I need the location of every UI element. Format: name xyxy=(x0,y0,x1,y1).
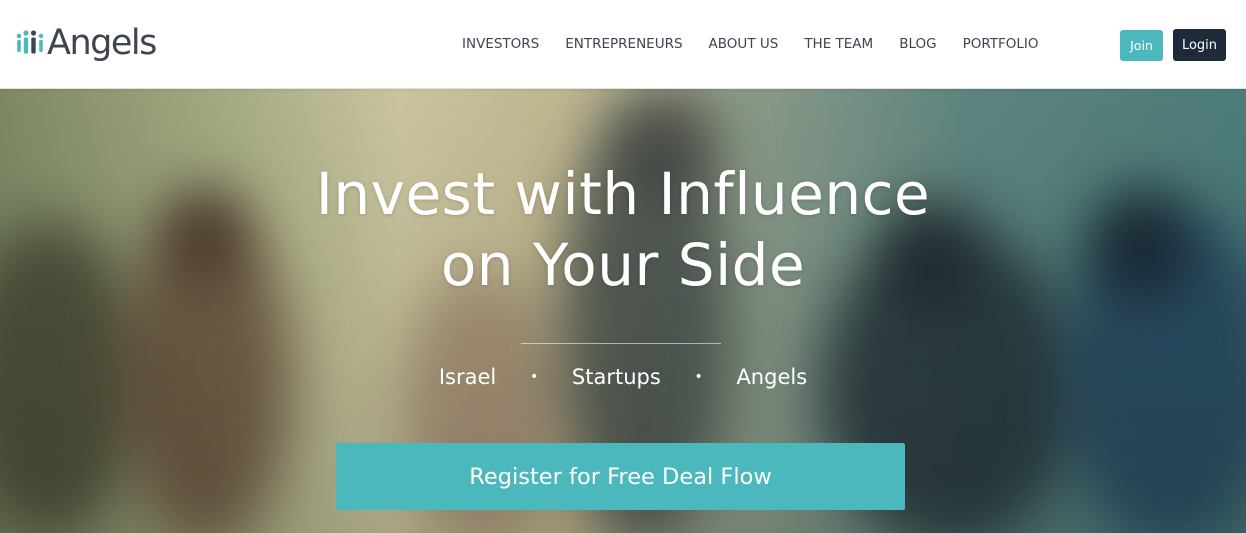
hero-headline: Invest with Influence on Your Side xyxy=(0,159,1246,301)
nav-item-entrepreneurs[interactable]: ENTREPRENEURS xyxy=(552,34,695,54)
tagline-item-israel: Israel xyxy=(438,365,497,389)
nav-item-about-us[interactable]: ABOUT US xyxy=(696,34,792,54)
tagline-item-angels: Angels xyxy=(736,365,808,389)
tagline-item-startups: Startups xyxy=(571,365,661,389)
logo-text: Angels xyxy=(47,23,157,63)
site-header: Angels INVESTORS ENTREPRENEURS ABOUT US … xyxy=(0,0,1246,89)
angels-logo-icon xyxy=(16,30,44,54)
hero-divider xyxy=(521,343,721,344)
nav-item-investors[interactable]: INVESTORS xyxy=(449,34,552,54)
nav-item-blog[interactable]: BLOG xyxy=(886,34,949,54)
join-button[interactable]: Join xyxy=(1120,30,1163,61)
main-nav: INVESTORS ENTREPRENEURS ABOUT US THE TEA… xyxy=(449,34,1052,54)
nav-item-the-team[interactable]: THE TEAM xyxy=(791,34,886,54)
logo[interactable]: Angels xyxy=(16,22,157,64)
hero-banner: Invest with Influence on Your Side Israe… xyxy=(0,89,1246,533)
headline-line-2: on Your Side xyxy=(440,231,806,299)
tagline-separator: • xyxy=(529,369,539,385)
login-button[interactable]: Login xyxy=(1173,29,1226,61)
nav-item-portfolio[interactable]: PORTFOLIO xyxy=(950,34,1052,54)
headline-line-1: Invest with Influence xyxy=(315,160,931,228)
register-deal-flow-button[interactable]: Register for Free Deal Flow xyxy=(336,443,905,510)
hero-tagline: Israel • Startups • Angels xyxy=(0,363,1246,394)
tagline-separator: • xyxy=(694,369,703,385)
